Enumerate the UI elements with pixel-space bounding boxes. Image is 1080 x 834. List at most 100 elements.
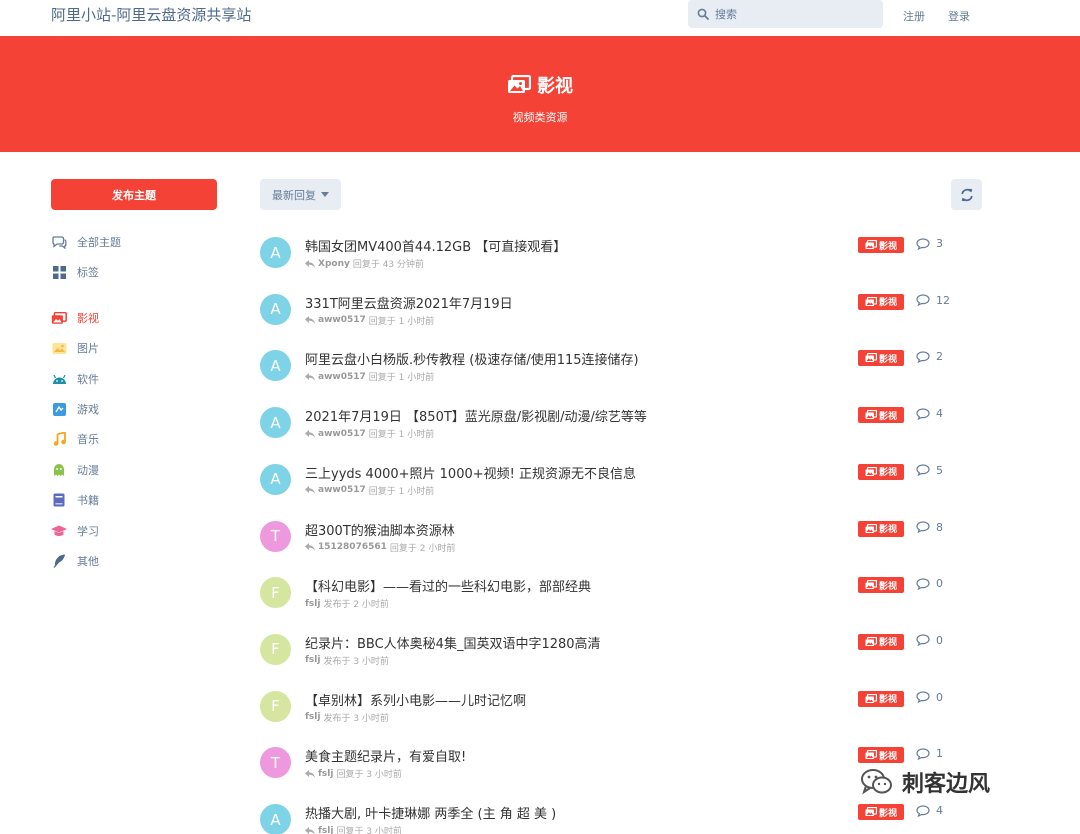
discussion-user[interactable]: aww0517: [318, 429, 366, 439]
login-link[interactable]: 登录: [948, 8, 970, 24]
comments-icon: [51, 234, 67, 250]
discussion-title[interactable]: 阿里云盘小白杨版.秒传教程 (极速存储/使用115连接储存): [305, 349, 639, 368]
tag-label-movies[interactable]: 影视: [858, 237, 904, 253]
discussion-user[interactable]: Xpony: [318, 259, 350, 269]
photo-icon: [865, 636, 877, 646]
avatar[interactable]: F: [260, 690, 291, 722]
discussion-meta: aww0517 回复于 1 小时前: [305, 484, 434, 497]
discussion-meta: fslj 回复于 3 小时前: [305, 824, 402, 834]
avatar[interactable]: F: [260, 633, 291, 665]
discussion-user[interactable]: fslj: [305, 655, 320, 665]
nav-item-anime[interactable]: 动漫: [51, 460, 99, 480]
picture-icon: [51, 340, 67, 356]
nav-item-other[interactable]: 其他: [51, 551, 99, 571]
nav-item-tags[interactable]: 标签: [51, 262, 99, 282]
discussion-row[interactable]: F 【卓别林】系列小电影——儿时记忆啊 fslj 发布于 3 小时前 影视 0: [260, 687, 1000, 737]
avatar[interactable]: F: [260, 577, 291, 609]
discussion-user[interactable]: aww0517: [318, 485, 366, 495]
discussion-time: 回复于 1 小时前: [368, 316, 435, 327]
discussion-row[interactable]: F 【科幻电影】——看过的一些科幻电影，部部经典 fslj 发布于 2 小时前 影视 0: [260, 573, 1000, 623]
tag-label-movies[interactable]: 影视: [858, 747, 904, 764]
discussion-title[interactable]: 331T阿里云盘资源2021年7月19日: [305, 293, 513, 312]
avatar[interactable]: A: [260, 407, 291, 439]
photo-icon: [865, 807, 877, 816]
nav-item-pictures[interactable]: 图片: [51, 338, 99, 358]
search-input[interactable]: [715, 7, 875, 21]
nav-item-music[interactable]: 音乐: [51, 429, 99, 449]
avatar[interactable]: A: [260, 237, 291, 268]
search-icon: [697, 8, 709, 20]
tag-label-movies[interactable]: 影视: [858, 577, 904, 594]
photo-icon: [865, 523, 877, 533]
discussion-user[interactable]: fslj: [318, 769, 333, 779]
discussion-title[interactable]: 美食主题纪录片，有爱自取!: [305, 746, 466, 765]
discussion-meta: fslj 发布于 3 小时前: [305, 711, 389, 724]
signup-link[interactable]: 注册: [903, 8, 925, 24]
nav-item-learning[interactable]: 学习: [51, 521, 99, 541]
start-discussion-button[interactable]: 发布主题: [51, 179, 217, 210]
discussion-row[interactable]: A 331T阿里云盘资源2021年7月19日 aww0517 回复于 1 小时前 影视 1…: [260, 290, 1000, 340]
nav-item-software[interactable]: 软件: [51, 369, 99, 389]
reply-arrow-icon: [305, 372, 315, 381]
caret-down-icon: [321, 192, 329, 197]
photo-icon: [865, 240, 877, 249]
tag-label-movies[interactable]: 影视: [858, 633, 904, 650]
discussion-user[interactable]: fslj: [305, 599, 320, 609]
discussion-user[interactable]: fslj: [318, 826, 333, 834]
discussion-meta: aww0517 回复于 1 小时前: [305, 427, 434, 440]
discussion-title[interactable]: 热播大剧, 叶卡捷琳娜 两季全 (主 角 超 美 ): [305, 803, 556, 822]
avatar[interactable]: A: [260, 463, 291, 495]
discussion-title[interactable]: 超300T的猴油脚本资源林: [305, 520, 455, 539]
discussion-row[interactable]: A 三上yyds 4000+照片 1000+视频! 正规资源无不良信息 aww051…: [260, 460, 1000, 510]
discussion-user[interactable]: aww0517: [318, 315, 366, 325]
avatar[interactable]: T: [260, 520, 291, 552]
avatar[interactable]: A: [260, 350, 291, 382]
comment-icon: [916, 691, 930, 704]
avatar[interactable]: A: [260, 293, 291, 325]
discussion-row[interactable]: T 超300T的猴油脚本资源林 15128076561 回复于 2 小时前 影视 8: [260, 517, 1000, 567]
tag-label-movies[interactable]: 影视: [858, 350, 904, 367]
nav-item-all-discussions[interactable]: 全部主题: [51, 232, 121, 252]
tag-label-movies[interactable]: 影视: [858, 690, 904, 707]
tag-label-movies[interactable]: 影视: [858, 407, 904, 424]
avatar[interactable]: A: [260, 804, 291, 834]
discussion-user[interactable]: 15128076561: [318, 542, 387, 552]
discussion-title[interactable]: 【科幻电影】——看过的一些科幻电影，部部经典: [305, 576, 591, 595]
comment-icon: [916, 578, 930, 590]
reply-count: 4: [916, 407, 943, 420]
nav-item-games[interactable]: 游戏: [51, 399, 99, 419]
discussion-user[interactable]: fslj: [305, 712, 320, 722]
tag-label-movies[interactable]: 影视: [858, 463, 904, 480]
avatar[interactable]: T: [260, 747, 291, 779]
discussion-title[interactable]: 2021年7月19日 【850T】蓝光原盘/影视剧/动漫/综艺等等: [305, 406, 647, 425]
discussion-row[interactable]: A 韩国女团MV400首44.12GB 【可直接观看】 Xpony 回复于 43 分钟…: [260, 233, 1000, 283]
tag-label-movies[interactable]: 影视: [858, 293, 904, 310]
tag-label-movies[interactable]: 影视: [858, 520, 904, 537]
discussion-title[interactable]: 【卓别林】系列小电影——儿时记忆啊: [305, 690, 526, 709]
discussion-title[interactable]: 纪录片：BBC人体奥秘4集_国英双语中字1280高清: [305, 633, 601, 652]
reply-count: 5: [916, 464, 943, 477]
comment-icon: [916, 748, 930, 760]
comment-icon: [916, 407, 930, 420]
discussion-row[interactable]: F 纪录片：BBC人体奥秘4集_国英双语中字1280高清fslj 发布于 3 小时前…: [260, 630, 1000, 680]
discussion-time: 回复于 3 小时前: [336, 827, 402, 834]
reply-arrow-icon: [305, 826, 315, 834]
refresh-icon: [960, 188, 973, 201]
discussion-title[interactable]: 三上yyds 4000+照片 1000+视频! 正规资源无不良信息: [305, 463, 636, 482]
discussion-time: 发布于 3 小时前: [323, 656, 389, 667]
nav-item-books[interactable]: 书籍: [51, 490, 99, 510]
refresh-button[interactable]: [951, 179, 982, 210]
discussion-row[interactable]: A 阿里云盘小白杨版.秒传教程 (极速存储/使用115连接储存) aww0517 回复…: [260, 346, 1000, 396]
comment-icon: [916, 804, 930, 817]
tag-label-movies[interactable]: 影视: [858, 804, 904, 820]
discussion-row[interactable]: A 2021年7月19日 【850T】蓝光原盘/影视剧/动漫/综艺等等 aww051…: [260, 403, 1000, 453]
sort-dropdown[interactable]: 最新回复: [260, 179, 341, 210]
discussion-title[interactable]: 韩国女团MV400首44.12GB 【可直接观看】: [305, 236, 566, 255]
search-box[interactable]: [688, 0, 883, 28]
discussion-user[interactable]: aww0517: [318, 372, 366, 382]
discussion-meta: aww0517 回复于 1 小时前: [305, 314, 434, 327]
reply-count: 0: [916, 634, 943, 647]
nav-item-movies[interactable]: 影视: [51, 308, 99, 328]
discussion-row[interactable]: A 热播大剧, 叶卡捷琳娜 两季全 (主 角 超 美 ) fslj 回复于 3 小时前…: [260, 800, 1000, 834]
site-title[interactable]: 阿里小站-阿里云盘资源共享站: [51, 4, 251, 25]
